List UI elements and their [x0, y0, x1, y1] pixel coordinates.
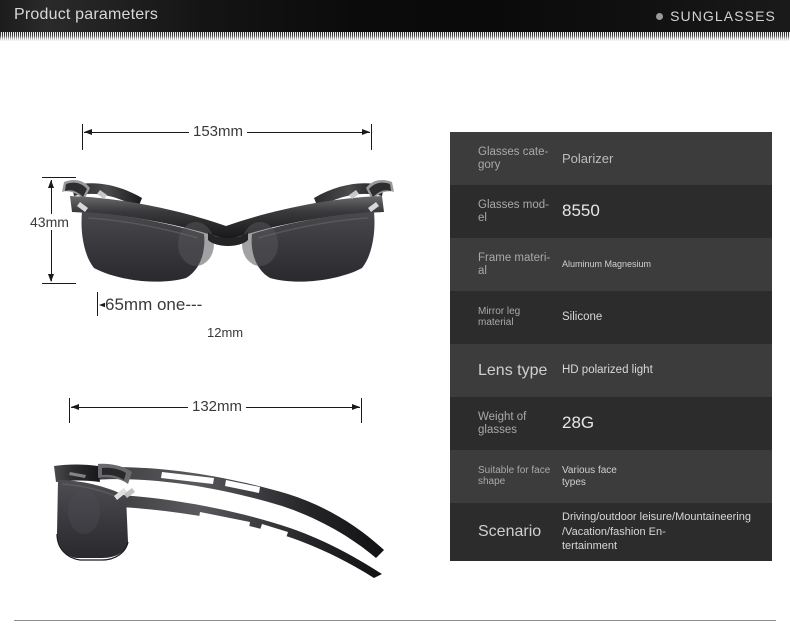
dim-arrow-132-left [71, 404, 79, 410]
row-label: Lens type [478, 361, 548, 379]
row-label-line1: Glasses cate- [478, 146, 549, 159]
dim-tick-153-left [82, 124, 83, 150]
parameters-table: Glasses cate- gory Polarizer Glasses mod… [450, 132, 772, 561]
row-value: 28G [562, 413, 595, 433]
row-label-line2: al [478, 264, 487, 277]
table-row: Scenario Driving/outdoor leisure/Mountai… [450, 503, 772, 561]
brand-label: SUNGLASSES [670, 8, 776, 24]
footer-divider [14, 620, 776, 621]
row-value: 8550 [562, 201, 600, 221]
dim-tick-153-right [371, 124, 372, 150]
row-value: Silicone [562, 310, 603, 323]
product-parameters-page: Product parameters SUNGLASSES 153mm 43mm [0, 0, 790, 635]
row-value-line2: /Vacation/fashion En- [562, 525, 666, 538]
row-label-line1: Frame materi- [478, 252, 551, 265]
dim-arrow-43-bottom [48, 274, 54, 282]
table-row: Mirror leg material Silicone [450, 291, 772, 344]
row-value-line3: tertainment [562, 540, 618, 553]
dim-tick-132-left [69, 398, 70, 423]
dim-arrow-43-top [48, 180, 54, 188]
row-label-line1: Glasses mod- [478, 199, 549, 212]
row-label: Scenario [478, 523, 542, 541]
table-row: Glasses mod- el 8550 [450, 185, 772, 238]
halftone-fade [0, 36, 790, 46]
dim-arrow-132-right [352, 404, 360, 410]
dim-line-43 [51, 180, 52, 281]
dim-label-bridge: 12mm [203, 325, 248, 340]
row-label: Suitable for face shape [478, 464, 562, 488]
dim-label-width: 153mm [189, 123, 248, 140]
header-brand-group: SUNGLASSES [656, 8, 776, 24]
row-value: Polarizer [562, 150, 614, 166]
dim-tick-132-right [361, 398, 362, 423]
dim-arrow-153-left [84, 129, 92, 135]
dim-arrow-153-right [362, 129, 370, 135]
row-label-line1: Suitable for face [478, 464, 551, 476]
row-label: Glasses mod- el [478, 199, 562, 224]
row-value-line2: types [562, 476, 586, 488]
dim-label-temple: 132mm [188, 398, 247, 415]
row-value-line1: Driving/outdoor leisure/Mountaineering [562, 510, 751, 523]
row-label: Glasses cate- gory [478, 146, 562, 171]
table-row: Glasses cate- gory Polarizer [450, 132, 772, 185]
row-label-line2: shape [478, 475, 506, 487]
row-label: Mirror leg material [478, 305, 521, 328]
table-row: Lens type HD polarized light [450, 344, 772, 397]
row-value: Driving/outdoor leisure/Mountaineering /… [562, 510, 772, 555]
table-row: Weight of glasses 28G [450, 397, 772, 450]
row-value: Aluminum Magnesium [562, 259, 652, 270]
table-row: Suitable for face shape Various face typ… [450, 450, 772, 503]
header-bar: Product parameters SUNGLASSES [0, 0, 790, 32]
row-value-line1: Various face [562, 464, 617, 476]
row-label-line2: gory [478, 158, 501, 171]
dim-tick-65 [97, 292, 98, 316]
bullet-dot-icon [656, 12, 664, 20]
row-value: Various face types [562, 465, 772, 489]
row-value: HD polarized light [562, 363, 653, 376]
row-label-line2: el [478, 211, 487, 224]
sunglasses-front-view [62, 180, 394, 282]
dim-label-lens: 65mm one--- [105, 295, 203, 315]
page-title: Product parameters [14, 6, 159, 23]
sunglasses-side-view [54, 463, 384, 578]
row-label: Frame materi- al [478, 252, 562, 277]
row-label: Weight of glasses [478, 411, 527, 436]
table-row: Frame materi- al Aluminum Magnesium [450, 238, 772, 291]
